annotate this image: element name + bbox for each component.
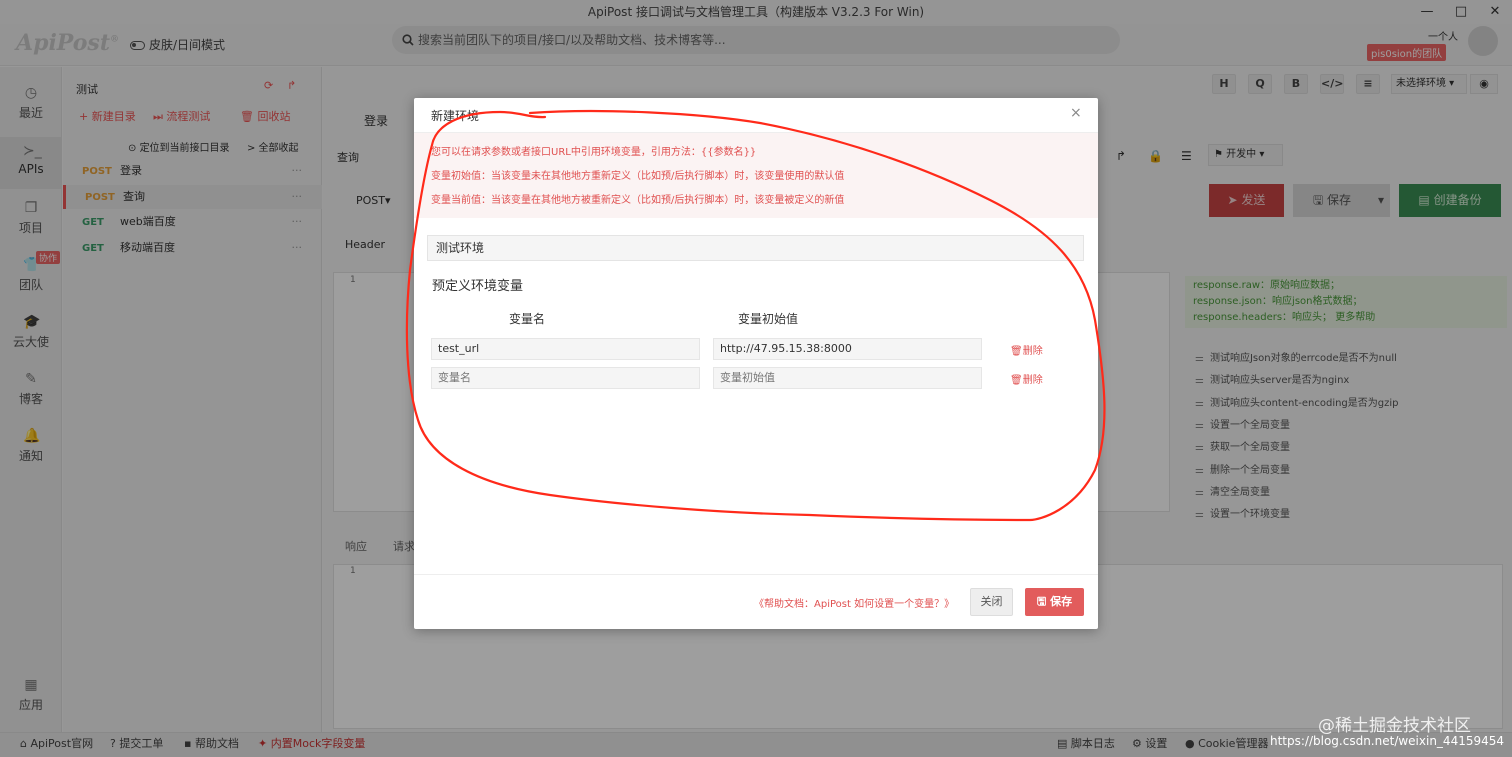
notice-line: 您可以在请求参数或者接口URL中引用环境变量，引用方法：{{参数名}} [431, 147, 757, 158]
col-var-init: 变量初始值 [738, 312, 799, 326]
var-init-input[interactable]: http://47.95.15.38:8000 [713, 338, 982, 360]
env-notice: 您可以在请求参数或者接口URL中引用环境变量，引用方法：{{参数名}} 变量初始… [414, 132, 1098, 218]
notice-line: 变量初始值：当该变量未在其他地方重新定义（比如预/后执行脚本）时，该变量使用的默… [431, 171, 845, 182]
watermark-brand: @稀土掘金技术社区 [1318, 716, 1471, 736]
save-label: 保存 [1050, 595, 1073, 608]
modal-title: 新建环境 [431, 109, 480, 123]
save-button[interactable]: 🖫 保存 [1025, 588, 1084, 616]
env-name-input[interactable]: 测试环境 [427, 235, 1084, 261]
notice-line: 变量当前值：当该变量在其他地方被重新定义（比如预/后执行脚本）时，该变量被定义的… [431, 195, 845, 206]
save-icon: 🖫 [1036, 595, 1051, 608]
trash-icon: 🗑 [1010, 375, 1023, 386]
delete-row-button[interactable]: 🗑删除 [1010, 342, 1043, 357]
watermark-url: https://blog.csdn.net/weixin_44159454 [1270, 734, 1505, 748]
trash-icon: 🗑 [1010, 346, 1023, 357]
section-title: 预定义环境变量 [432, 279, 524, 294]
delete-row-button[interactable]: 🗑删除 [1010, 371, 1043, 386]
var-name-input[interactable]: test_url [431, 338, 700, 360]
delete-label: 删除 [1022, 375, 1043, 386]
modal-footer: 《帮助文档：ApiPost 如何设置一个变量？》 关闭 🖫 保存 [414, 574, 1098, 629]
close-icon[interactable]: × [1070, 105, 1082, 121]
col-var-name: 变量名 [509, 312, 546, 326]
var-name-input[interactable]: 变量名 [431, 367, 700, 389]
delete-label: 删除 [1022, 346, 1043, 357]
var-init-input[interactable]: 变量初始值 [713, 367, 982, 389]
new-env-modal: 新建环境 × 您可以在请求参数或者接口URL中引用环境变量，引用方法：{{参数名… [414, 98, 1098, 629]
help-doc-link[interactable]: 《帮助文档：ApiPost 如何设置一个变量？》 [754, 595, 954, 610]
close-button[interactable]: 关闭 [970, 588, 1013, 616]
